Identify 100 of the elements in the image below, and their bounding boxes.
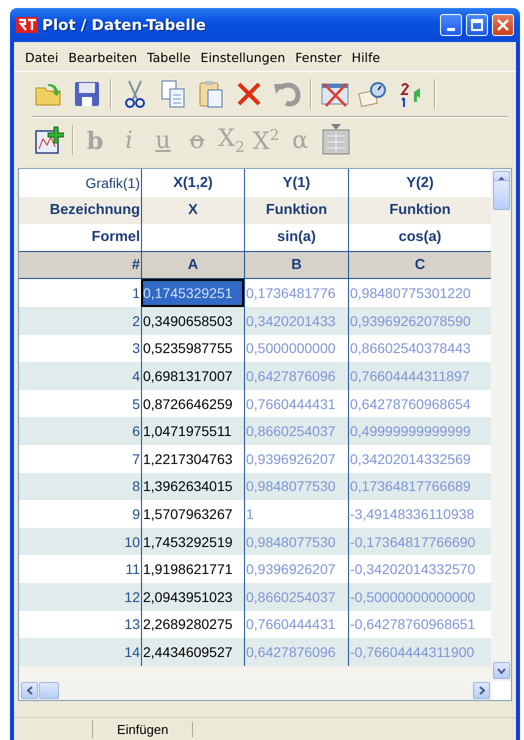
row-number: 2 bbox=[19, 306, 141, 335]
column-header[interactable]: Y(1) bbox=[244, 169, 348, 197]
table-cell[interactable]: 0,9396926207 bbox=[244, 444, 348, 473]
table-cell[interactable]: 0,3420201433 bbox=[244, 306, 348, 335]
table-cell[interactable]: -0,50000000000000 bbox=[348, 582, 491, 610]
row-number: 7 bbox=[19, 444, 141, 473]
copy-icon bbox=[159, 79, 187, 109]
row-number: 9 bbox=[19, 500, 141, 528]
table-cell[interactable]: 0,9848077530 bbox=[244, 472, 348, 500]
table-cell[interactable]: 0,7660444431 bbox=[244, 610, 348, 638]
column-header[interactable]: Funktion bbox=[348, 196, 491, 224]
clipboard-icon bbox=[197, 79, 225, 109]
table-cell[interactable]: 0,34202014332569 bbox=[348, 444, 491, 473]
status-mode: Einfügen bbox=[93, 722, 194, 736]
table-cell[interactable]: 1 bbox=[244, 500, 348, 528]
menu-item[interactable]: Fenster bbox=[290, 48, 347, 67]
table-cell[interactable]: 0,1745329251 bbox=[141, 279, 244, 307]
undo-icon bbox=[272, 80, 302, 108]
column-header[interactable]: A bbox=[141, 252, 244, 280]
row-number: 3 bbox=[19, 334, 141, 362]
scrollbar-thumb[interactable] bbox=[493, 180, 510, 210]
column-header[interactable]: C bbox=[348, 252, 491, 280]
table-cell[interactable]: 0,98480775301220 bbox=[348, 279, 491, 307]
column-header[interactable]: B bbox=[244, 252, 348, 280]
table-cell[interactable]: 1,0471975511 bbox=[141, 417, 244, 445]
table-cell[interactable]: -3,49148336110938 bbox=[348, 500, 491, 528]
window-title: Plot / Daten-Tabelle bbox=[42, 16, 207, 34]
table-cell[interactable]: 2,2689280275 bbox=[141, 610, 244, 638]
maximize-button[interactable] bbox=[466, 14, 488, 36]
table-cell[interactable]: 0,8660254037 bbox=[244, 417, 348, 445]
table-cell[interactable]: 0,5000000000 bbox=[244, 334, 348, 362]
table-cell[interactable]: -0,34202014332570 bbox=[348, 555, 491, 583]
table-cell[interactable]: -0,76604444311900 bbox=[348, 638, 491, 666]
column-header[interactable]: X bbox=[141, 196, 244, 224]
table-cell[interactable]: 0,5235987755 bbox=[141, 334, 244, 362]
table-cell[interactable]: 0,6981317007 bbox=[141, 362, 244, 390]
row-number: 6 bbox=[19, 417, 141, 445]
table-cell[interactable]: 2,4434609527 bbox=[141, 638, 244, 666]
caret-up-icon bbox=[497, 176, 506, 182]
table-cell[interactable]: 0,6427876096 bbox=[244, 362, 348, 390]
crossed-chart-icon bbox=[320, 80, 350, 108]
table-cell[interactable]: 0,3490658503 bbox=[141, 306, 244, 335]
table-cell[interactable]: 0,6427876096 bbox=[244, 638, 348, 666]
row-number: 4 bbox=[19, 362, 141, 390]
table-cell[interactable]: 1,7453292519 bbox=[141, 528, 244, 556]
caret-left-icon bbox=[26, 686, 32, 695]
table-cell[interactable]: 1,2217304763 bbox=[141, 444, 244, 473]
table-cell[interactable]: 0,9848077530 bbox=[244, 528, 348, 556]
menu-item[interactable]: Datei bbox=[20, 48, 64, 67]
table-cell[interactable]: 0,17364817766689 bbox=[348, 472, 491, 500]
table-cell[interactable]: 1,9198621771 bbox=[141, 555, 244, 583]
row-number: 8 bbox=[19, 472, 141, 500]
minimize-icon bbox=[447, 28, 455, 30]
app-logo-icon bbox=[16, 17, 38, 33]
row-number: 5 bbox=[19, 390, 141, 418]
scrollbar-thumb[interactable] bbox=[39, 682, 59, 699]
delete-icon bbox=[235, 80, 263, 108]
vertical-scrollbar[interactable] bbox=[492, 169, 511, 681]
table-cell[interactable]: 0,64278760968654 bbox=[348, 390, 491, 418]
menu-item[interactable]: Tabelle bbox=[142, 48, 196, 67]
row-label: Formel bbox=[19, 224, 141, 252]
column-header[interactable]: cos(a) bbox=[348, 224, 491, 252]
menu-item[interactable]: Hilfe bbox=[346, 48, 386, 67]
table-cell[interactable]: 2,0943951023 bbox=[141, 582, 244, 610]
table-cell[interactable]: 0,7660444431 bbox=[244, 390, 348, 418]
maximize-icon bbox=[471, 19, 483, 31]
column-header[interactable]: sin(a) bbox=[244, 224, 348, 252]
caret-right-icon bbox=[478, 686, 484, 695]
row-label: # bbox=[19, 252, 141, 280]
column-header[interactable]: Y(2) bbox=[348, 169, 491, 197]
table-cell[interactable]: 0,1736481776 bbox=[244, 279, 348, 307]
scissors-icon bbox=[123, 79, 147, 109]
caret-down-icon bbox=[497, 668, 506, 674]
close-button[interactable] bbox=[492, 14, 514, 36]
table-cell[interactable]: 0,93969262078590 bbox=[348, 306, 491, 335]
row-label: Grafik(1) bbox=[19, 169, 141, 197]
table-cell[interactable]: 0,8660254037 bbox=[244, 582, 348, 610]
column-header[interactable]: Funktion bbox=[244, 196, 348, 224]
table-cell[interactable]: -0,64278760968651 bbox=[348, 610, 491, 638]
table-cell[interactable]: 0,76604444311897 bbox=[348, 362, 491, 390]
horizontal-scrollbar[interactable] bbox=[19, 681, 492, 700]
row-number: 1 bbox=[19, 279, 141, 307]
table-cell[interactable]: 1,5707963267 bbox=[141, 500, 244, 528]
table-cell[interactable]: 1,3962634015 bbox=[141, 472, 244, 500]
table-cell[interactable]: 0,86602540378443 bbox=[348, 334, 491, 362]
symbol-table-icon bbox=[321, 124, 352, 156]
menu-item[interactable]: Bearbeiten bbox=[63, 48, 142, 67]
row-number: 11 bbox=[19, 555, 141, 583]
table-cell[interactable]: -0,17364817766690 bbox=[348, 528, 491, 556]
menu-item[interactable]: Einstellungen bbox=[196, 48, 290, 67]
close-icon bbox=[497, 19, 509, 31]
table-cell[interactable]: 0,49999999999999 bbox=[348, 417, 491, 445]
table-cell[interactable]: 0,8726646259 bbox=[141, 390, 244, 418]
row-label: Bezeichnung bbox=[19, 196, 141, 224]
row-number: 13 bbox=[19, 610, 141, 638]
add-chart-icon bbox=[34, 125, 64, 155]
row-number: 10 bbox=[19, 528, 141, 556]
table-cell[interactable]: 0,9396926207 bbox=[244, 555, 348, 583]
column-header[interactable]: X(1,2) bbox=[141, 169, 244, 197]
minimize-button[interactable] bbox=[440, 14, 462, 36]
